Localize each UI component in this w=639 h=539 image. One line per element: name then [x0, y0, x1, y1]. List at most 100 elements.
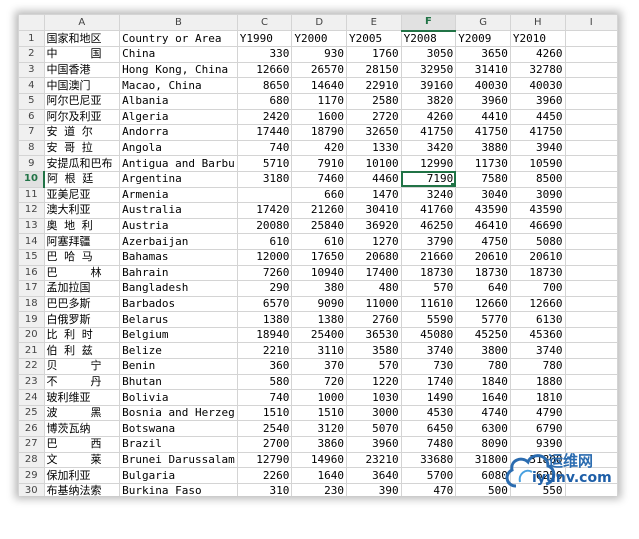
cell-g21[interactable]: 3800: [455, 342, 511, 360]
cell-d29[interactable]: 1640: [291, 467, 347, 484]
cell-c22[interactable]: 360: [236, 358, 293, 375]
cell-i8[interactable]: [564, 139, 618, 157]
cell-a21[interactable]: 伯 利 兹: [43, 342, 121, 360]
cell-a26[interactable]: 博茨瓦纳: [43, 420, 121, 438]
cell-a8[interactable]: 安 哥 拉: [43, 139, 121, 157]
cell-d10[interactable]: 7460: [291, 170, 347, 188]
cell-h10[interactable]: 8500: [509, 170, 566, 188]
row-header[interactable]: 30: [18, 482, 45, 496]
cell-e28[interactable]: 23210: [345, 451, 402, 469]
row-header[interactable]: 10: [18, 170, 45, 188]
cell-g19[interactable]: 5770: [455, 311, 511, 328]
cell-c28[interactable]: 12790: [236, 451, 293, 469]
cell-h5[interactable]: 3960: [509, 92, 566, 110]
cell-a27[interactable]: 巴 西: [43, 436, 121, 453]
cell-c9[interactable]: 5710: [236, 155, 293, 172]
row-header[interactable]: 23: [18, 373, 45, 391]
cell-e16[interactable]: 17400: [345, 264, 402, 282]
cell-i10[interactable]: [564, 170, 618, 188]
cell-d7[interactable]: 18790: [291, 124, 347, 141]
cell-f22[interactable]: 730: [400, 358, 457, 375]
cell-g16[interactable]: 18730: [455, 264, 511, 282]
cell-c6[interactable]: 2420: [236, 108, 293, 126]
cell-c15[interactable]: 12000: [236, 248, 293, 266]
cell-b15[interactable]: Bahamas: [119, 248, 238, 266]
cell-i16[interactable]: [564, 264, 618, 282]
cell-f12[interactable]: 41760: [400, 202, 457, 219]
cell-b22[interactable]: Benin: [119, 358, 238, 375]
cell-b13[interactable]: Austria: [119, 217, 238, 235]
cell-b2[interactable]: China: [119, 46, 238, 63]
cell-g13[interactable]: 46410: [455, 217, 511, 235]
cell-a15[interactable]: 巴 哈 马: [43, 248, 121, 266]
cell-g2[interactable]: 3650: [455, 46, 511, 63]
row-header[interactable]: 25: [18, 404, 45, 422]
cell-f8[interactable]: 3420: [400, 139, 457, 157]
cell-b17[interactable]: Bangladesh: [119, 280, 238, 297]
cell-b19[interactable]: Belarus: [119, 311, 238, 328]
cell-h26[interactable]: 6790: [509, 420, 566, 438]
cell-b7[interactable]: Andorra: [119, 124, 238, 141]
cell-a11[interactable]: 亚美尼亚: [43, 186, 121, 204]
cell-g18[interactable]: 12660: [455, 295, 511, 313]
cell-h11[interactable]: 3090: [509, 186, 566, 204]
cell-f25[interactable]: 4530: [400, 404, 457, 422]
cell-f9[interactable]: 12990: [400, 155, 457, 172]
cell-i12[interactable]: [564, 202, 618, 219]
select-all-corner[interactable]: [18, 14, 45, 32]
cell-h18[interactable]: 12660: [509, 295, 566, 313]
cell-a17[interactable]: 孟加拉国: [43, 280, 121, 297]
cell-h1[interactable]: Y2010: [509, 30, 566, 48]
row-header[interactable]: 27: [18, 436, 45, 453]
cell-d22[interactable]: 370: [291, 358, 347, 375]
cell-b29[interactable]: Bulgaria: [119, 467, 238, 484]
cell-f5[interactable]: 3820: [400, 92, 457, 110]
cell-f28[interactable]: 33680: [400, 451, 457, 469]
cell-b5[interactable]: Albania: [119, 92, 238, 110]
cell-h20[interactable]: 45360: [509, 326, 566, 344]
cell-i3[interactable]: [564, 61, 618, 79]
cell-i23[interactable]: [564, 373, 618, 391]
cell-e24[interactable]: 1030: [345, 389, 402, 406]
cell-h23[interactable]: 1880: [509, 373, 566, 391]
cell-h22[interactable]: 780: [509, 358, 566, 375]
row-header[interactable]: 12: [18, 202, 45, 219]
row-header[interactable]: 5: [18, 92, 45, 110]
cell-e3[interactable]: 28150: [345, 61, 402, 79]
row-header[interactable]: 17: [18, 280, 45, 297]
cell-d6[interactable]: 1600: [291, 108, 347, 126]
cell-a28[interactable]: 文 莱: [43, 451, 121, 469]
cell-g22[interactable]: 780: [455, 358, 511, 375]
cell-a19[interactable]: 白俄罗斯: [43, 311, 121, 328]
cell-i20[interactable]: [564, 326, 618, 344]
cell-h15[interactable]: 20610: [509, 248, 566, 266]
cell-a6[interactable]: 阿尔及利亚: [43, 108, 121, 126]
cell-d12[interactable]: 21260: [291, 202, 347, 219]
row-header[interactable]: 24: [18, 389, 45, 406]
cell-d3[interactable]: 26570: [291, 61, 347, 79]
cell-b20[interactable]: Belgium: [119, 326, 238, 344]
cell-e18[interactable]: 11000: [345, 295, 402, 313]
cell-a13[interactable]: 奥 地 利: [43, 217, 121, 235]
cell-e4[interactable]: 22910: [345, 77, 402, 94]
cell-g6[interactable]: 4410: [455, 108, 511, 126]
cell-h6[interactable]: 4450: [509, 108, 566, 126]
cell-h16[interactable]: 18730: [509, 264, 566, 282]
cell-h4[interactable]: 40030: [509, 77, 566, 94]
cell-i21[interactable]: [564, 342, 618, 360]
cell-f2[interactable]: 3050: [400, 46, 457, 63]
cell-f14[interactable]: 3790: [400, 233, 457, 250]
cell-b10[interactable]: Argentina: [119, 170, 238, 188]
cell-f20[interactable]: 45080: [400, 326, 457, 344]
cell-e12[interactable]: 30410: [345, 202, 402, 219]
cell-i19[interactable]: [564, 311, 618, 328]
cell-a10[interactable]: 阿 根 廷: [43, 170, 121, 188]
cell-c27[interactable]: 2700: [236, 436, 293, 453]
cell-i4[interactable]: [564, 77, 618, 94]
cell-e10[interactable]: 4460: [345, 170, 402, 188]
cell-a22[interactable]: 贝 宁: [43, 358, 121, 375]
cell-g10[interactable]: 7580: [455, 170, 511, 188]
cell-b30[interactable]: Burkina Faso: [119, 482, 238, 496]
cell-f19[interactable]: 5590: [400, 311, 457, 328]
cell-g20[interactable]: 45250: [455, 326, 511, 344]
